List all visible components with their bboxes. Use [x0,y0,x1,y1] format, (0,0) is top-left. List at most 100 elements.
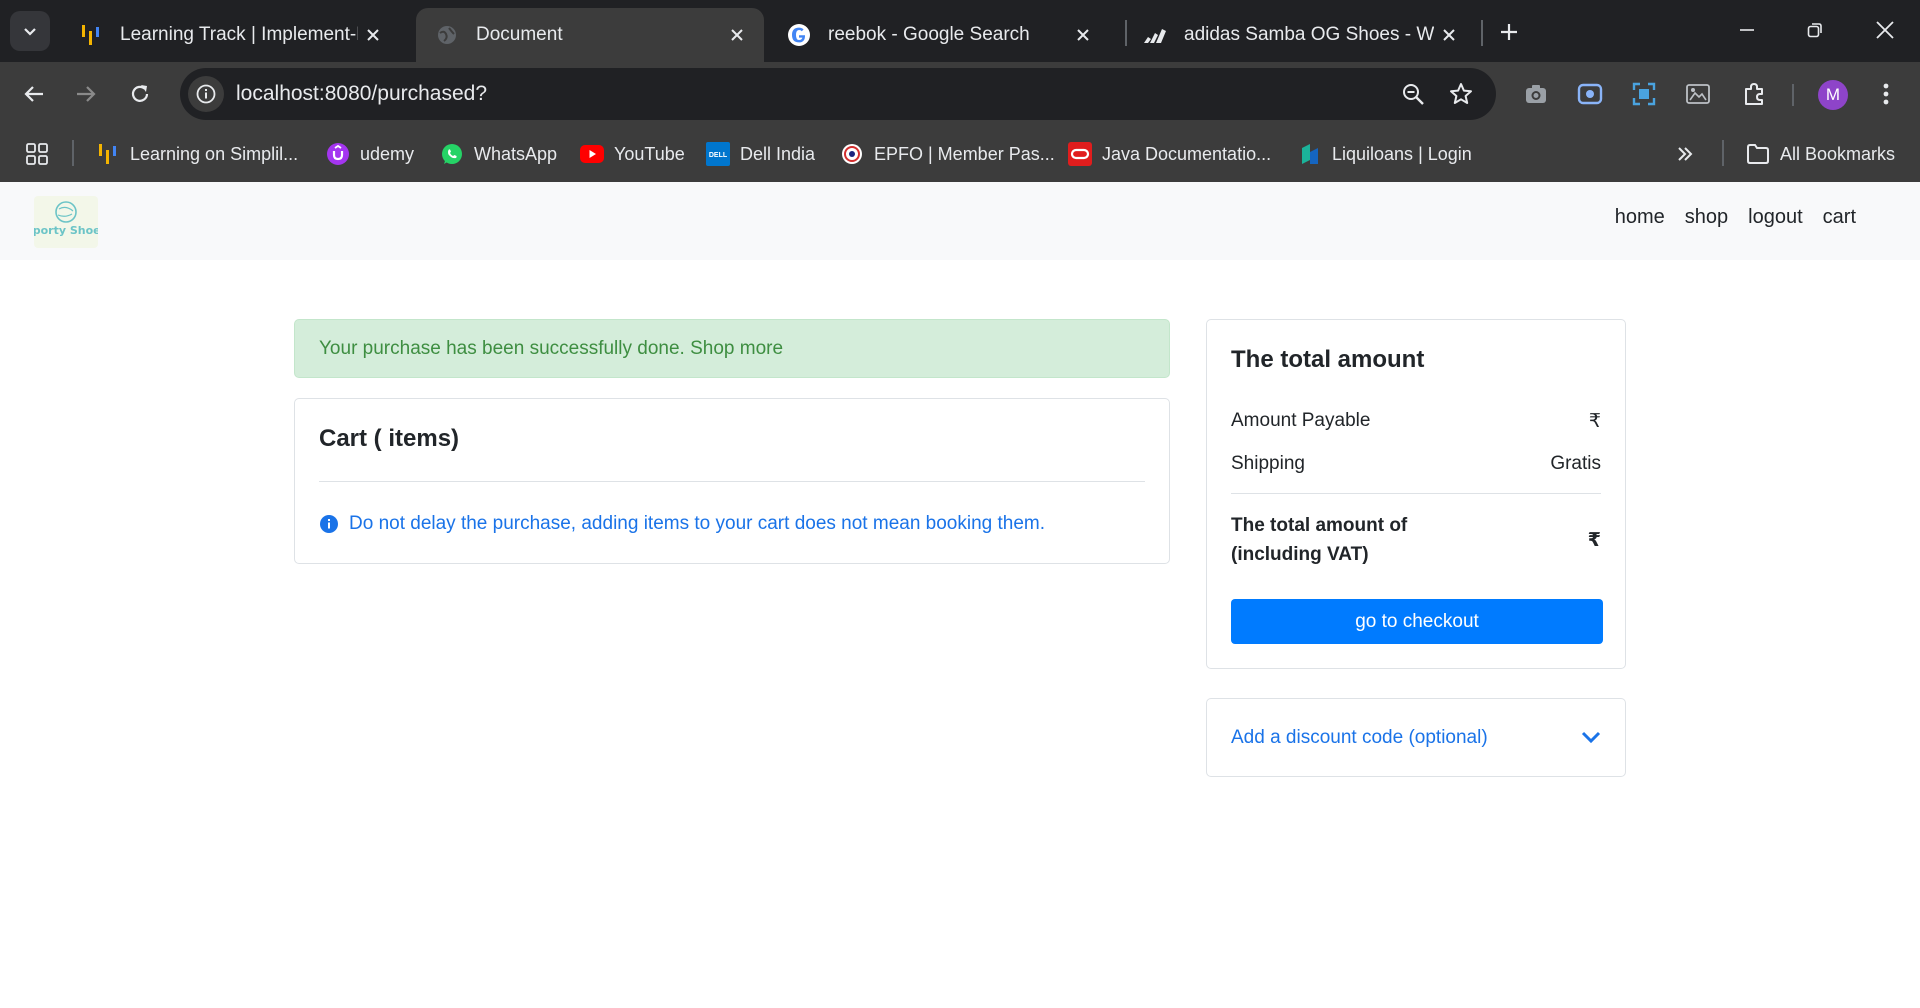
tab-title: adidas Samba OG Shoes - Whit [1184,24,1434,45]
new-tab-button[interactable] [1491,14,1527,50]
reload-icon [131,85,149,102]
shipping-value: Gratis [1550,453,1601,474]
grand-total-label: The total amount of (including VAT) [1231,515,1408,565]
close-icon[interactable] [1434,20,1464,50]
bookmarks-separator [72,140,74,166]
cart-note-text: Do not delay the purchase, adding items … [349,513,1046,534]
tab-learning-track[interactable]: Learning Track | Implement-Fra [60,8,400,62]
divider [319,481,1145,482]
amount-payable-row: Amount Payable ₹ [1231,410,1601,433]
folder-icon [1746,142,1770,166]
reload-button[interactable] [120,74,160,114]
udemy-icon [326,142,350,166]
extension-camera[interactable] [1516,74,1556,114]
youtube-icon [580,142,604,166]
nav-logout-link[interactable]: logout [1748,206,1803,229]
more-bookmarks-button[interactable] [1676,138,1694,170]
total-amount-title: The total amount [1231,346,1425,373]
amount-payable-value: ₹ [1588,411,1601,432]
extension-capture[interactable] [1624,74,1664,114]
tab-title: Learning Track | Implement-Fra [120,24,358,45]
site-navbar: Sporty Shoes home shop logout cart [0,182,1920,260]
amount-payable-label: Amount Payable [1231,410,1371,431]
info-icon [320,515,338,533]
all-bookmarks-button[interactable]: All Bookmarks [1746,138,1895,170]
camera-icon [1526,85,1546,103]
oracle-icon [1068,142,1092,166]
bookmark-label: EPFO | Member Pas... [874,143,1055,164]
nav-shop-link[interactable]: shop [1685,206,1728,229]
close-window-button[interactable] [1862,10,1908,50]
adidas-icon [1142,22,1168,48]
all-bookmarks-label: All Bookmarks [1780,143,1896,164]
chevron-double-right-icon [1678,147,1693,161]
bookmark-whatsapp[interactable]: WhatsApp [440,138,557,170]
profile-avatar[interactable]: M [1818,80,1848,110]
success-alert: Your purchase has been successfully done… [294,319,1170,378]
puzzle-icon [1745,83,1763,105]
bookmark-youtube[interactable]: YouTube [580,138,685,170]
shipping-label: Shipping [1231,453,1305,474]
cart-title: Cart ( items) [319,425,460,452]
tab-reebok-search[interactable]: reebok - Google Search [768,8,1110,62]
minimize-icon [1740,29,1754,31]
back-button[interactable] [14,74,54,114]
browser-chrome: Learning Track | Implement-Fra Document … [0,0,1920,182]
tab-adidas-samba[interactable]: adidas Samba OG Shoes - Whit [1124,8,1476,62]
extension-screen-recorder[interactable] [1570,74,1610,114]
success-alert-text: Your purchase has been successfully done… [319,338,784,359]
logo-text: Sporty Shoes [34,224,98,237]
go-to-checkout-button[interactable]: go to checkout [1231,599,1603,644]
discount-code-card[interactable]: Add a discount code (optional) [1206,698,1626,777]
tab-title: Document [476,24,563,45]
minimize-button[interactable] [1724,10,1770,50]
screen-recorder-icon [1577,83,1603,105]
toolbar-separator [1792,84,1794,106]
zoom-button[interactable] [1396,77,1430,111]
apps-button[interactable] [26,138,48,170]
apps-grid-icon [26,143,48,165]
bookmark-liquiloans[interactable]: Liquiloans | Login [1298,138,1472,170]
url-text[interactable]: localhost:8080/purchased? [236,82,487,106]
bookmark-star-button[interactable] [1444,77,1478,111]
chevron-down-icon[interactable] [1579,725,1603,749]
cart-card: Cart ( items) Do not delay the purchase,… [294,398,1170,564]
svg-text:DELL: DELL [709,152,728,159]
bookmark-java-docs[interactable]: Java Documentatio... [1068,138,1271,170]
restore-button[interactable] [1792,10,1838,50]
nav-cart-link[interactable]: cart [1823,206,1856,229]
bookmark-udemy[interactable]: udemy [326,138,414,170]
forward-button[interactable] [66,74,106,114]
close-icon[interactable] [722,20,752,50]
site-info-button[interactable] [188,76,224,112]
liquiloans-icon [1298,142,1322,166]
arrow-right-icon [77,86,96,102]
extensions-button[interactable] [1734,74,1774,114]
close-icon[interactable] [358,20,388,50]
bookmark-label: Liquiloans | Login [1332,143,1472,164]
browser-menu-button[interactable] [1866,74,1906,114]
star-icon [1450,83,1472,104]
arrow-left-icon [24,86,43,102]
sporty-shoes-logo[interactable]: Sporty Shoes [25,196,108,248]
close-icon[interactable] [1068,20,1098,50]
image-frame-icon [1686,84,1710,104]
bookmark-epfo[interactable]: EPFO | Member Pas... [840,138,1055,170]
tab-search-button[interactable] [10,11,50,51]
browser-toolbar: localhost:8080/purchased? M [0,62,1920,126]
info-icon [196,84,216,104]
extension-image-tool[interactable] [1678,74,1718,114]
bookmark-dell-india[interactable]: DELL Dell India [706,138,815,170]
bookmark-label: YouTube [614,143,685,164]
nav-home-link[interactable]: home [1615,206,1665,229]
bookmark-learning[interactable]: Learning on Simplil... [96,138,298,170]
address-bar[interactable]: localhost:8080/purchased? [180,68,1496,120]
tab-document[interactable]: Document [416,8,764,62]
more-vertical-icon [1883,83,1889,105]
bookmark-label: Dell India [740,143,816,164]
discount-code-toggle[interactable]: Add a discount code (optional) [1231,727,1488,749]
divider [1231,493,1601,494]
restore-icon [1807,23,1822,38]
google-icon [786,22,812,48]
tab-title: reebok - Google Search [828,24,1030,45]
